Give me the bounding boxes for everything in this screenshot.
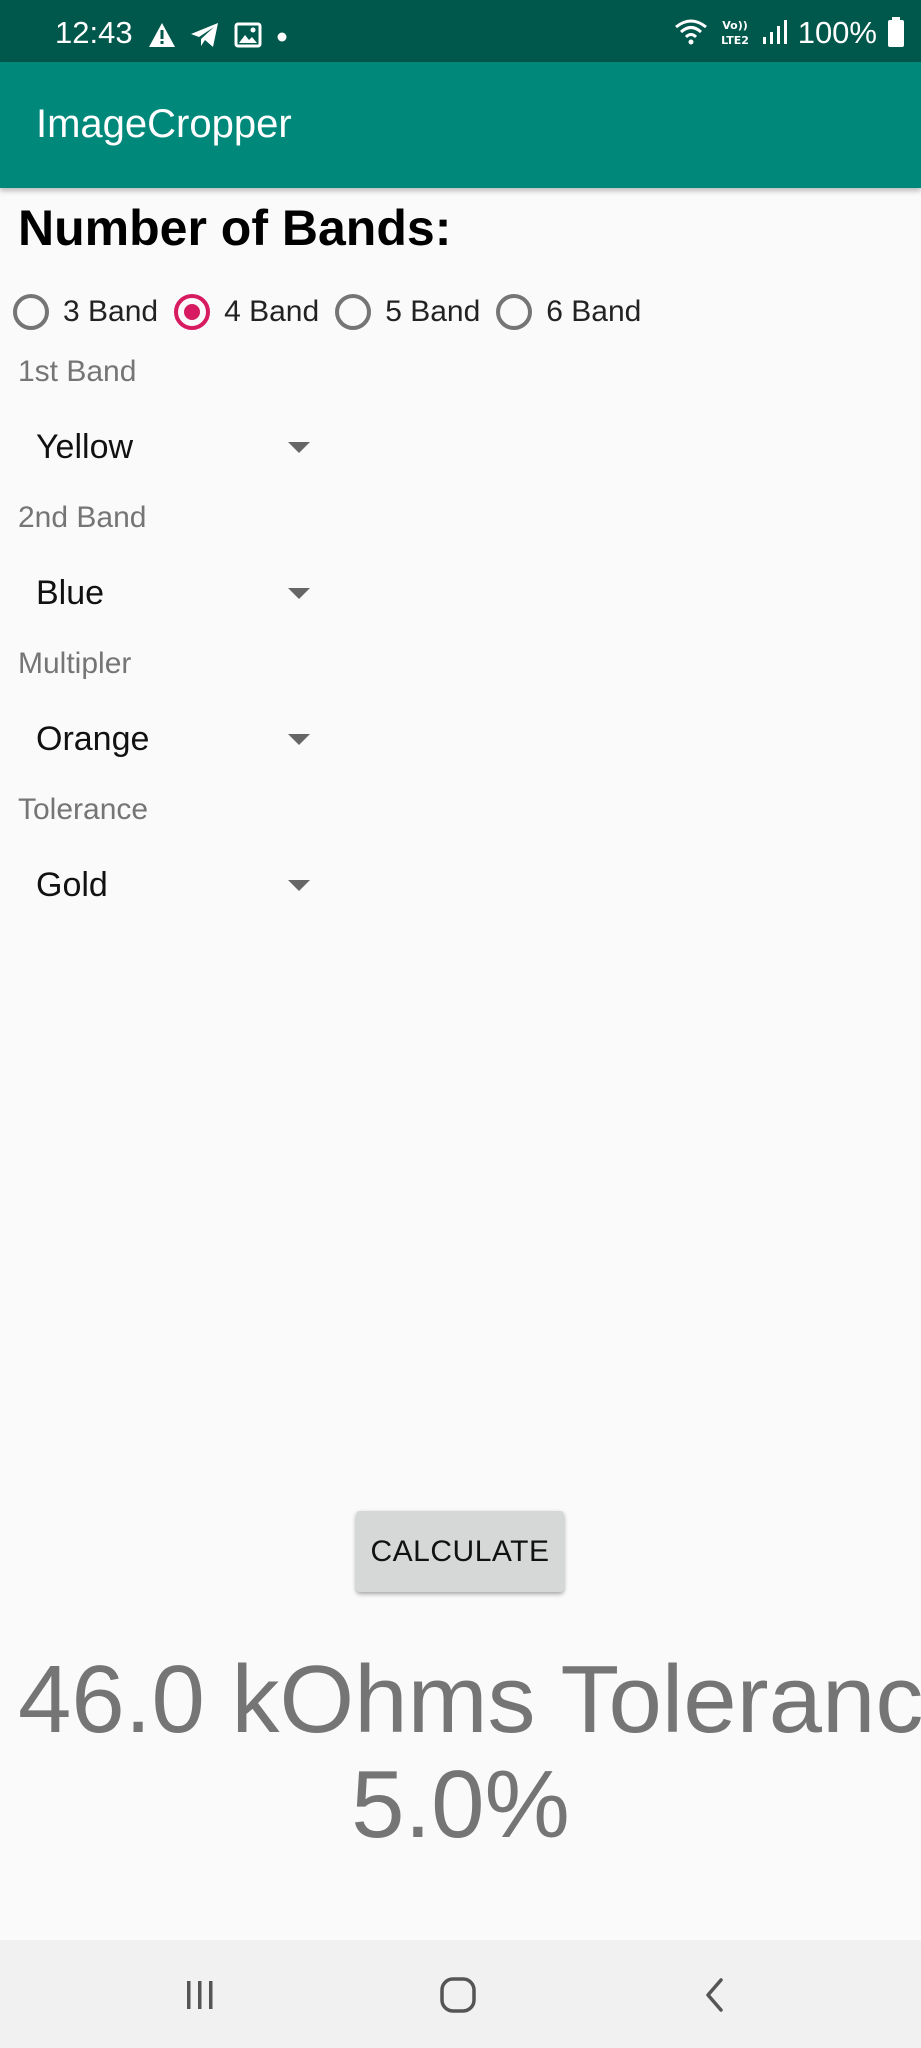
recents-icon [187,1981,213,2009]
navigation-bar [0,1940,921,2048]
second-band-label: 2nd Band [18,501,147,534]
result-resistance-line: 46.0 kOhms Tolerance: [18,1646,921,1753]
svg-text:Vo)): Vo)) [722,19,748,32]
telegram-icon [191,23,218,47]
svg-text:LTE2: LTE2 [721,34,749,47]
multiplier-label: Multipler [18,647,132,680]
signal-icon [762,20,787,44]
band-count-radio-group: 3 Band 4 Band 5 Band 6 Band [13,290,657,334]
app-title: ImageCropper [36,102,292,146]
radio-label: 3 Band [63,295,159,328]
first-band-spinner[interactable]: Yellow [18,413,318,483]
radio-label: 4 Band [224,295,320,328]
result-tolerance-line: 5.0% [351,1751,570,1840]
second-band-spinner[interactable]: Blue [18,559,318,629]
calculate-button[interactable]: CALCULATE [356,1511,564,1592]
radio-5-band[interactable]: 5 Band [335,290,480,334]
recents-button[interactable] [165,1960,235,2030]
dropdown-arrow-icon [288,442,310,453]
radio-button[interactable] [335,294,372,330]
notification-dot-icon [277,32,287,42]
radio-button[interactable] [496,294,533,330]
radio-label: 6 Band [546,295,642,328]
wifi-icon [674,19,707,45]
status-system-icons: Vo)) LTE2 100% [674,15,905,49]
radio-button-checked[interactable] [174,294,211,330]
spinner-value: Orange [36,720,150,758]
app-bar: ImageCropper [0,62,921,188]
tolerance-spinner[interactable]: Gold [18,851,318,921]
back-icon [706,1978,723,2012]
dropdown-arrow-icon [288,880,310,891]
bands-heading: Number of Bands: [18,200,452,256]
multiplier-spinner[interactable]: Orange [18,705,318,775]
radio-label: 5 Band [385,295,481,328]
dropdown-arrow-icon [288,734,310,745]
radio-button[interactable] [13,294,49,330]
radio-3-band[interactable]: 3 Band [13,290,158,334]
home-button[interactable] [423,1960,493,2030]
status-notification-icons [148,22,288,48]
battery-percent: 100% [797,14,877,50]
radio-4-band[interactable]: 4 Band [174,290,319,334]
spinner-value: Blue [36,574,105,612]
status-time: 12:43 [55,15,133,50]
dropdown-arrow-icon [288,588,310,599]
status-bar: 12:43 Vo)) LTE2 100% [0,0,921,62]
volte-lte2-icon: Vo)) LTE2 [721,19,749,47]
warning-icon [149,23,175,47]
home-icon [440,1977,476,2013]
spinner-value: Gold [36,866,108,904]
radio-6-band[interactable]: 6 Band [496,290,641,334]
result-text: 46.0 kOhms Tolerance: 5.0% [0,1640,921,1840]
gallery-icon [234,22,262,48]
tolerance-label: Tolerance [18,793,149,826]
spinner-value: Yellow [36,428,134,466]
first-band-label: 1st Band [18,355,137,388]
battery-icon [888,17,904,47]
back-button[interactable] [681,1960,751,2030]
